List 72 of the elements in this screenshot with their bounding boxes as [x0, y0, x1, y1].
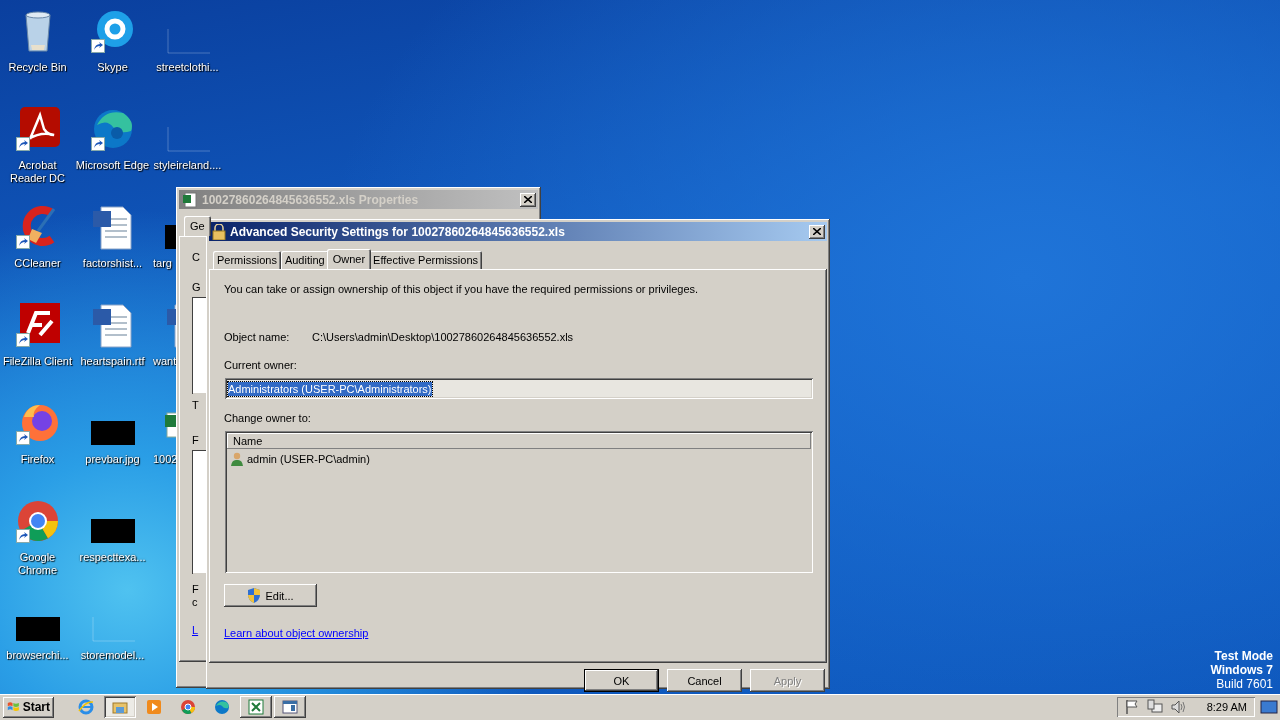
- tab[interactable]: Owner: [326, 249, 372, 269]
- lock-icon: [212, 223, 226, 240]
- watermark-text: Build 7601: [1216, 677, 1273, 691]
- taskbar-button[interactable]: [274, 696, 306, 718]
- icon-label: want: [152, 355, 177, 368]
- edit-button[interactable]: Edit...: [224, 584, 317, 607]
- flag-icon[interactable]: [1124, 699, 1139, 715]
- show-desktop-icon[interactable]: [1260, 699, 1278, 715]
- spreadsheet-file-icon: [182, 191, 198, 208]
- window-icon: [282, 699, 298, 715]
- user-icon: [231, 452, 243, 466]
- browser-icon: [78, 699, 94, 715]
- clock-text[interactable]: 8:29 AM: [1206, 701, 1247, 713]
- label-text: C: [192, 251, 200, 264]
- dialog-button[interactable]: Cancel: [667, 669, 742, 692]
- icon-label: CCleaner: [13, 257, 62, 270]
- icon-label: Firefox: [19, 453, 56, 466]
- label-text: T: [192, 399, 199, 412]
- icon-label: Recycle Bin: [7, 61, 68, 74]
- start-button[interactable]: Start: [3, 696, 54, 718]
- play-icon: [146, 699, 162, 715]
- label-text: c: [192, 596, 198, 609]
- owner-field[interactable]: Administrators (USER-PC\Administrators): [225, 378, 813, 399]
- spreadsheet-icon: [248, 699, 264, 715]
- icon-label: storemodel...: [79, 649, 146, 662]
- browser-icon: [214, 699, 230, 715]
- icon-label: Skype: [96, 61, 129, 74]
- icon-label: respecttexa...: [78, 551, 147, 564]
- taskbar-button[interactable]: [104, 696, 136, 718]
- field-label: Current owner:: [224, 359, 297, 372]
- shield-icon: [247, 588, 262, 603]
- icon-label: Microsoft Edge: [75, 159, 150, 172]
- list-item[interactable]: admin (USER-PC\admin): [247, 452, 370, 466]
- field-label: Object name:: [224, 331, 291, 344]
- icon-label: browserchi...: [5, 649, 70, 662]
- icon-label: Acrobat Reader DC: [9, 159, 66, 185]
- tab[interactable]: Ge: [184, 216, 211, 236]
- tab[interactable]: Auditing: [280, 251, 329, 269]
- help-link[interactable]: Learn about object ownership: [224, 627, 369, 640]
- icon-label: styleireland....: [152, 159, 223, 172]
- folder-icon: [112, 699, 128, 715]
- window-title: Advanced Security Settings for 10027860264845636552.xls: [230, 224, 566, 239]
- icon-label: Google Chrome: [16, 551, 59, 577]
- close-icon: [813, 228, 821, 235]
- icon-label: streetclothi...: [155, 61, 220, 74]
- icon-label: targ: [152, 257, 172, 270]
- icon-label: factorshist...: [81, 257, 144, 270]
- dialog-button[interactable]: OK: [584, 669, 659, 692]
- icon-label: prevbar.jpg: [84, 453, 141, 466]
- object-path: C:\Users\admin\Desktop\10027860264845636552.xls: [312, 331, 574, 344]
- taskbar-button[interactable]: [240, 696, 272, 718]
- close-button[interactable]: [809, 224, 825, 239]
- label-text: F: [192, 583, 199, 596]
- description-text: You can take or assign ownership of this object if you have the required permissions or privileges.: [224, 283, 699, 296]
- speaker-icon[interactable]: [1170, 699, 1187, 715]
- label-text: F: [192, 434, 199, 447]
- icon-label: heartspain.rtf: [79, 355, 146, 368]
- tab[interactable]: Permissions: [213, 251, 281, 269]
- browser-icon: [180, 699, 196, 715]
- close-button[interactable]: [520, 192, 536, 207]
- icon-label: FileZilla Client: [1, 355, 74, 368]
- column-header[interactable]: Name: [227, 433, 811, 449]
- field-label: Change owner to:: [224, 412, 311, 425]
- watermark-text: Windows 7: [1210, 663, 1273, 677]
- close-icon: [524, 196, 532, 203]
- icon-label: 1002: [152, 453, 178, 466]
- watermark-text: Test Mode: [1214, 649, 1273, 663]
- tab[interactable]: Effective Permissions: [369, 251, 483, 269]
- label-text: G: [192, 281, 201, 294]
- link[interactable]: L: [192, 624, 199, 637]
- windows-flag-icon: [7, 700, 20, 714]
- network-icon[interactable]: [1146, 699, 1163, 715]
